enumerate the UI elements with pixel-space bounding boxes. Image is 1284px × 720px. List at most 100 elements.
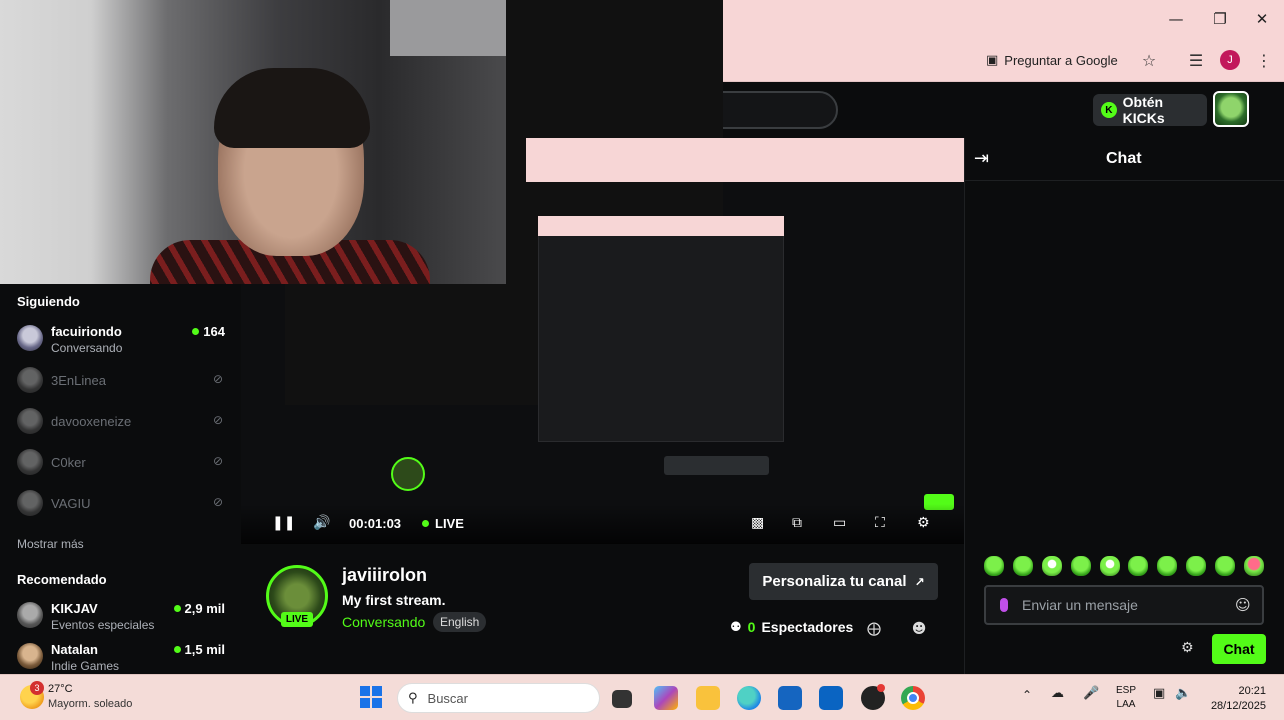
video-capture-avatar <box>391 457 425 491</box>
webcam-background <box>390 0 506 56</box>
system-clock[interactable]: 20:21 28/12/2025 <box>1208 684 1266 714</box>
mic-icon[interactable] <box>1000 598 1008 612</box>
theater-mode-icon[interactable]: ▭ <box>833 512 846 534</box>
taskbar-search[interactable]: ⚲ Buscar <box>397 683 600 713</box>
live-dot-icon <box>173 646 181 653</box>
avatar <box>17 643 43 669</box>
minimize-icon[interactable]: — <box>1154 0 1198 38</box>
live-indicator-label: LIVE <box>435 515 464 531</box>
viewer-count: 164 <box>192 324 225 339</box>
bookmark-star-icon[interactable]: ☆ <box>1137 48 1161 72</box>
microphone-icon[interactable]: 🎤 <box>1083 686 1099 701</box>
speaker-icon[interactable]: 🔈 <box>1175 686 1191 701</box>
channel-name: davooxeneize <box>51 414 132 429</box>
live-badge: LIVE <box>281 612 313 627</box>
sidebar-item-facuiriondo[interactable]: facuiriondo Conversando 164 <box>17 322 227 358</box>
customize-channel-label: Personaliza tu canal <box>762 573 907 590</box>
emote-icon[interactable] <box>1099 556 1120 576</box>
playback-time: 00:01:03 <box>349 515 402 531</box>
emote-icon[interactable] <box>1012 556 1033 576</box>
language-tag[interactable]: English <box>433 612 487 632</box>
show-more-link[interactable]: Mostrar más <box>17 537 84 551</box>
profile-avatar[interactable]: J <box>1220 50 1240 70</box>
clock-time: 20:21 <box>1238 685 1266 697</box>
clock-date: 28/12/2025 <box>1210 700 1266 712</box>
browser-menu-icon[interactable]: ⋮ <box>1252 48 1276 72</box>
network-icon[interactable]: ▣ <box>1153 686 1165 701</box>
viewer-count-value: 1,5 mil <box>184 642 225 657</box>
get-kicks-button[interactable]: K Obtén KICKs <box>1093 94 1207 126</box>
external-link-icon: ↗ <box>914 574 925 589</box>
kick-logo-icon: K <box>1101 102 1117 118</box>
lens-icon: ▣ <box>986 52 999 68</box>
video-capture-button <box>664 456 769 475</box>
media-control-icon[interactable]: ☰ <box>1184 48 1208 72</box>
emote-icon[interactable] <box>1243 556 1264 576</box>
settings-gear-icon[interactable]: ⚙ <box>917 512 930 534</box>
avatar <box>17 602 43 628</box>
maximize-icon[interactable]: ❐ <box>1198 0 1242 38</box>
following-heading: Siguiendo <box>17 294 80 309</box>
task-view-icon[interactable] <box>612 690 632 708</box>
copilot-icon[interactable] <box>654 686 678 710</box>
emote-icon[interactable] <box>984 556 1004 576</box>
recommended-heading: Recomendado <box>17 572 107 587</box>
follow-user-icon[interactable]: ☻ <box>909 619 929 639</box>
sidebar-item-c0ker[interactable]: C0ker ⊘ <box>17 446 227 482</box>
chrome-center-icon <box>907 692 919 704</box>
sidebar-item-3enlinea[interactable]: 3EnLinea ⊘ <box>17 364 227 400</box>
pip-icon[interactable]: ⧉ <box>792 512 802 534</box>
volume-icon[interactable]: 🔊 <box>313 512 330 534</box>
channel-name: C0ker <box>51 455 86 470</box>
customize-channel-button[interactable]: Personaliza tu canal ↗ <box>749 563 938 600</box>
channel-name[interactable]: javiiirolon <box>342 565 427 586</box>
input-language-indicator[interactable]: ESP LAA <box>1116 684 1136 712</box>
emote-icon[interactable] <box>1128 556 1149 576</box>
sidebar-item-natalan[interactable]: Natalan Indie Games 1,5 mil <box>17 640 227 676</box>
fullscreen-icon[interactable]: ⛶ <box>875 512 885 534</box>
emote-icon[interactable] <box>1186 556 1207 576</box>
language-code: ESP <box>1116 685 1137 696</box>
clip-icon[interactable]: ▩ <box>751 512 764 534</box>
notification-badge: 3 <box>30 681 44 695</box>
user-avatar[interactable] <box>1213 91 1249 127</box>
viewer-count-value: 0 <box>747 619 756 635</box>
emote-icon[interactable] <box>1215 556 1235 576</box>
emote-icon[interactable] <box>1041 556 1062 576</box>
emoji-picker-icon[interactable]: ☺ <box>1235 596 1251 614</box>
show-hidden-icons-icon[interactable]: ⌃ <box>1022 688 1032 702</box>
chat-settings-icon[interactable]: ⚙ <box>1181 640 1194 656</box>
chat-message-input[interactable]: Enviar un mensaje <box>984 585 1264 625</box>
sidebar: Siguiendo facuiriondo Conversando 164 3E… <box>0 284 241 674</box>
live-dot-icon <box>422 519 429 527</box>
get-kicks-label: Obtén KICKs <box>1122 94 1165 126</box>
sidebar-item-davooxeneize[interactable]: davooxeneize ⊘ <box>17 405 227 441</box>
sidebar-item-kikjav[interactable]: KIKJAV Eventos especiales 2,9 mil <box>17 599 227 635</box>
emote-bar <box>984 556 1264 578</box>
channel-name: facuiriondo <box>51 324 122 339</box>
windows-start-icon[interactable] <box>360 686 382 708</box>
weather-description[interactable]: Mayorm. soleado <box>48 698 132 710</box>
sidebar-item-vagiu[interactable]: VAGIU ⊘ <box>17 487 227 523</box>
chat-send-button[interactable]: Chat <box>1212 634 1266 664</box>
ask-google-button[interactable]: ▣ Preguntar a Google <box>986 48 1118 72</box>
close-icon[interactable]: ✕ <box>1240 0 1284 38</box>
channel-name: Natalan <box>51 642 98 657</box>
edge-icon[interactable] <box>737 686 761 710</box>
collapse-chat-icon[interactable]: ⇥ <box>974 148 989 169</box>
emote-icon[interactable] <box>1070 556 1091 576</box>
viewer-count: 1,5 mil <box>173 642 225 657</box>
store-icon[interactable] <box>778 686 802 710</box>
stream-category[interactable]: Conversando <box>342 614 425 630</box>
weather-temperature[interactable]: 27°C <box>48 683 73 695</box>
emote-icon[interactable] <box>1157 556 1178 576</box>
onedrive-icon[interactable]: ☁ <box>1051 686 1064 701</box>
file-explorer-icon[interactable] <box>696 686 720 710</box>
share-icon[interactable]: ⨁ <box>864 619 884 639</box>
video-capture-browser-bar <box>526 138 964 182</box>
avatar <box>17 408 43 434</box>
channel-category: Eventos especiales <box>51 618 155 632</box>
outlook-icon[interactable] <box>819 686 843 710</box>
pause-icon[interactable]: ❚❚ <box>272 512 295 534</box>
channel-category: Conversando <box>51 341 123 355</box>
